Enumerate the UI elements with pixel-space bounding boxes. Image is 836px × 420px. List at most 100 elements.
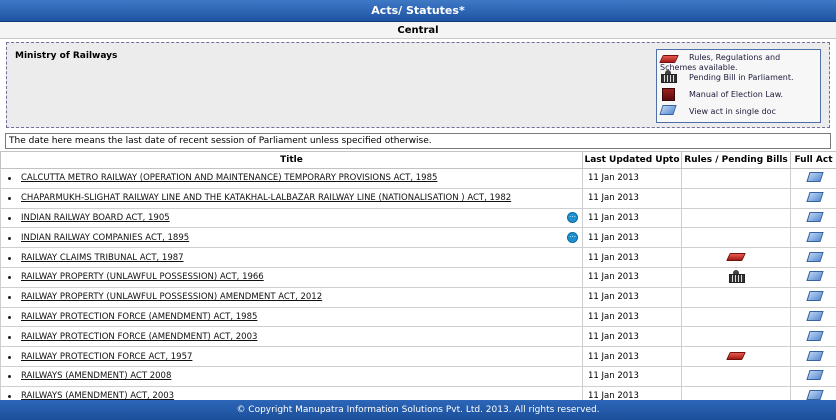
document-icon[interactable] (807, 270, 821, 281)
parliament-icon[interactable] (728, 269, 745, 283)
full-act-cell (790, 346, 836, 367)
full-act-cell (790, 326, 836, 348)
legend-manual-label: Manual of Election Law. (689, 90, 784, 99)
document-icon[interactable] (807, 389, 821, 400)
act-title-cell: RAILWAY PROTECTION FORCE ACT, 1957 (0, 346, 583, 367)
legend-pending-label: Pending Bill in Parliament. (689, 73, 794, 82)
act-title-link[interactable]: RAILWAY PROTECTION FORCE (AMENDMENT) ACT… (21, 332, 257, 342)
rules-pending-cell (681, 326, 791, 348)
bullet-icon (8, 177, 11, 181)
act-title-link[interactable]: RAILWAY PROPERTY (UNLAWFUL POSSESSION) A… (21, 292, 322, 302)
bullet-icon (8, 216, 11, 220)
rules-pending-cell (681, 207, 791, 229)
act-title-link[interactable]: CALCUTTA METRO RAILWAY (OPERATION AND MA… (21, 173, 437, 183)
bullet-icon (8, 335, 11, 339)
act-title-cell: INDIAN RAILWAY COMPANIES ACT, 1895 (0, 227, 583, 249)
act-title-link[interactable]: RAILWAY CLAIMS TRIBUNAL ACT, 1987 (21, 253, 184, 263)
act-title-cell: RAILWAY CLAIMS TRIBUNAL ACT, 1987 (0, 247, 583, 268)
last-updated-cell: 11 Jan 2013 (582, 247, 682, 268)
legend-single-doc: View act in single doc (660, 103, 817, 120)
act-title-link[interactable]: RAILWAY PROTECTION FORCE ACT, 1957 (21, 352, 192, 362)
bullet-icon (8, 315, 11, 319)
table-row: RAILWAY PROPERTY (UNLAWFUL POSSESSION) A… (0, 266, 836, 288)
document-icon[interactable] (807, 171, 821, 182)
column-header-title: Title (0, 151, 583, 169)
bullet-icon (8, 276, 11, 280)
last-updated-cell: 11 Jan 2013 (582, 227, 682, 249)
bullet-icon (8, 375, 11, 379)
table-row: INDIAN RAILWAY BOARD ACT, 1905 11 Jan 201… (0, 207, 836, 229)
document-icon[interactable] (807, 310, 821, 321)
last-updated-cell: 11 Jan 2013 (582, 326, 682, 348)
act-title-link[interactable]: CHAPARMUKH-SLIGHAT RAILWAY LINE AND THE … (21, 193, 511, 203)
legend-single-doc-label: View act in single doc (689, 107, 776, 116)
bullet-icon (8, 296, 11, 300)
table-row: RAILWAY PROPERTY (UNLAWFUL POSSESSION) A… (0, 286, 836, 308)
document-icon[interactable] (807, 251, 821, 262)
rules-pending-cell (681, 168, 791, 189)
document-icon[interactable] (807, 290, 821, 301)
table-row: RAILWAY PROTECTION FORCE ACT, 1957 11 Jan… (0, 346, 836, 367)
table-row: CHAPARMUKH-SLIGHAT RAILWAY LINE AND THE … (0, 187, 836, 209)
document-icon[interactable] (807, 211, 821, 222)
act-title-cell: RAILWAYS (AMENDMENT) ACT 2008 (0, 365, 583, 387)
act-title-cell: RAILWAY PROTECTION FORCE (AMENDMENT) ACT… (0, 326, 583, 348)
rules-book-icon[interactable] (727, 251, 745, 261)
last-updated-cell: 11 Jan 2013 (582, 346, 682, 367)
table-row: RAILWAY PROTECTION FORCE (AMENDMENT) ACT… (0, 306, 836, 328)
page-title: Acts/ Statutes* (0, 0, 836, 22)
act-title-link[interactable]: INDIAN RAILWAY BOARD ACT, 1905 (21, 213, 170, 223)
ministry-panel: Ministry of Railways Rules, Regulations … (6, 42, 830, 128)
full-act-cell (790, 187, 836, 209)
rules-pending-cell (681, 306, 791, 328)
ministry-name: Ministry of Railways (15, 51, 118, 61)
full-act-cell (790, 227, 836, 249)
column-header-full-act: Full Act (790, 151, 836, 169)
table-header-row: Title Last Updated Upto Rules / Pending … (0, 151, 836, 169)
rules-pending-cell (681, 187, 791, 209)
table-row: RAILWAY PROTECTION FORCE (AMENDMENT) ACT… (0, 326, 836, 348)
legend-rules: Rules, Regulations and Schemes available… (660, 52, 817, 72)
last-updated-cell: 11 Jan 2013 (582, 187, 682, 209)
full-act-cell (790, 286, 836, 308)
act-title-link[interactable]: RAILWAY PROTECTION FORCE (AMENDMENT) ACT… (21, 312, 257, 322)
document-icon[interactable] (807, 350, 821, 361)
bullet-icon (8, 355, 11, 359)
last-updated-cell: 11 Jan 2013 (582, 286, 682, 308)
bullet-icon (8, 236, 11, 240)
more-info-icon[interactable] (567, 211, 578, 223)
act-title-cell: INDIAN RAILWAY BOARD ACT, 1905 (0, 207, 583, 229)
section-subtitle: Central (0, 22, 836, 39)
bullet-icon (8, 197, 11, 201)
column-header-last-updated: Last Updated Upto (582, 151, 682, 169)
act-title-cell: CHAPARMUKH-SLIGHAT RAILWAY LINE AND THE … (0, 187, 583, 209)
table-row: INDIAN RAILWAY COMPANIES ACT, 1895 11 Jan… (0, 227, 836, 249)
parliament-icon (660, 70, 677, 83)
full-act-cell (790, 247, 836, 268)
last-updated-cell: 11 Jan 2013 (582, 306, 682, 328)
last-updated-cell: 11 Jan 2013 (582, 365, 682, 387)
document-icon[interactable] (807, 231, 821, 242)
act-title-link[interactable]: RAILWAY PROPERTY (UNLAWFUL POSSESSION) A… (21, 272, 264, 282)
table-row: RAILWAYS (AMENDMENT) ACT 2008 11 Jan 2013 (0, 365, 836, 387)
date-note: The date here means the last date of rec… (5, 133, 831, 149)
act-title-link[interactable]: INDIAN RAILWAY COMPANIES ACT, 1895 (21, 233, 189, 243)
rules-pending-cell (681, 227, 791, 249)
legend-manual: Manual of Election Law. (660, 86, 817, 103)
full-act-cell (790, 207, 836, 229)
more-info-icon[interactable] (567, 231, 578, 243)
acts-table-body: CALCUTTA METRO RAILWAY (OPERATION AND MA… (0, 168, 836, 407)
table-row: RAILWAY CLAIMS TRIBUNAL ACT, 1987 11 Jan … (0, 247, 836, 268)
legend-pending: Pending Bill in Parliament. (660, 69, 817, 86)
legend-rules-line1: Rules, Regulations and (689, 53, 781, 62)
document-icon[interactable] (807, 330, 821, 341)
bullet-icon (8, 395, 11, 399)
rules-book-icon[interactable] (727, 350, 745, 360)
act-title-cell: RAILWAY PROPERTY (UNLAWFUL POSSESSION) A… (0, 266, 583, 288)
last-updated-cell: 11 Jan 2013 (582, 207, 682, 229)
document-icon[interactable] (807, 369, 821, 380)
document-icon[interactable] (807, 191, 821, 202)
act-title-cell: RAILWAY PROPERTY (UNLAWFUL POSSESSION) A… (0, 286, 583, 308)
full-act-cell (790, 168, 836, 189)
act-title-link[interactable]: RAILWAYS (AMENDMENT) ACT 2008 (21, 371, 171, 381)
